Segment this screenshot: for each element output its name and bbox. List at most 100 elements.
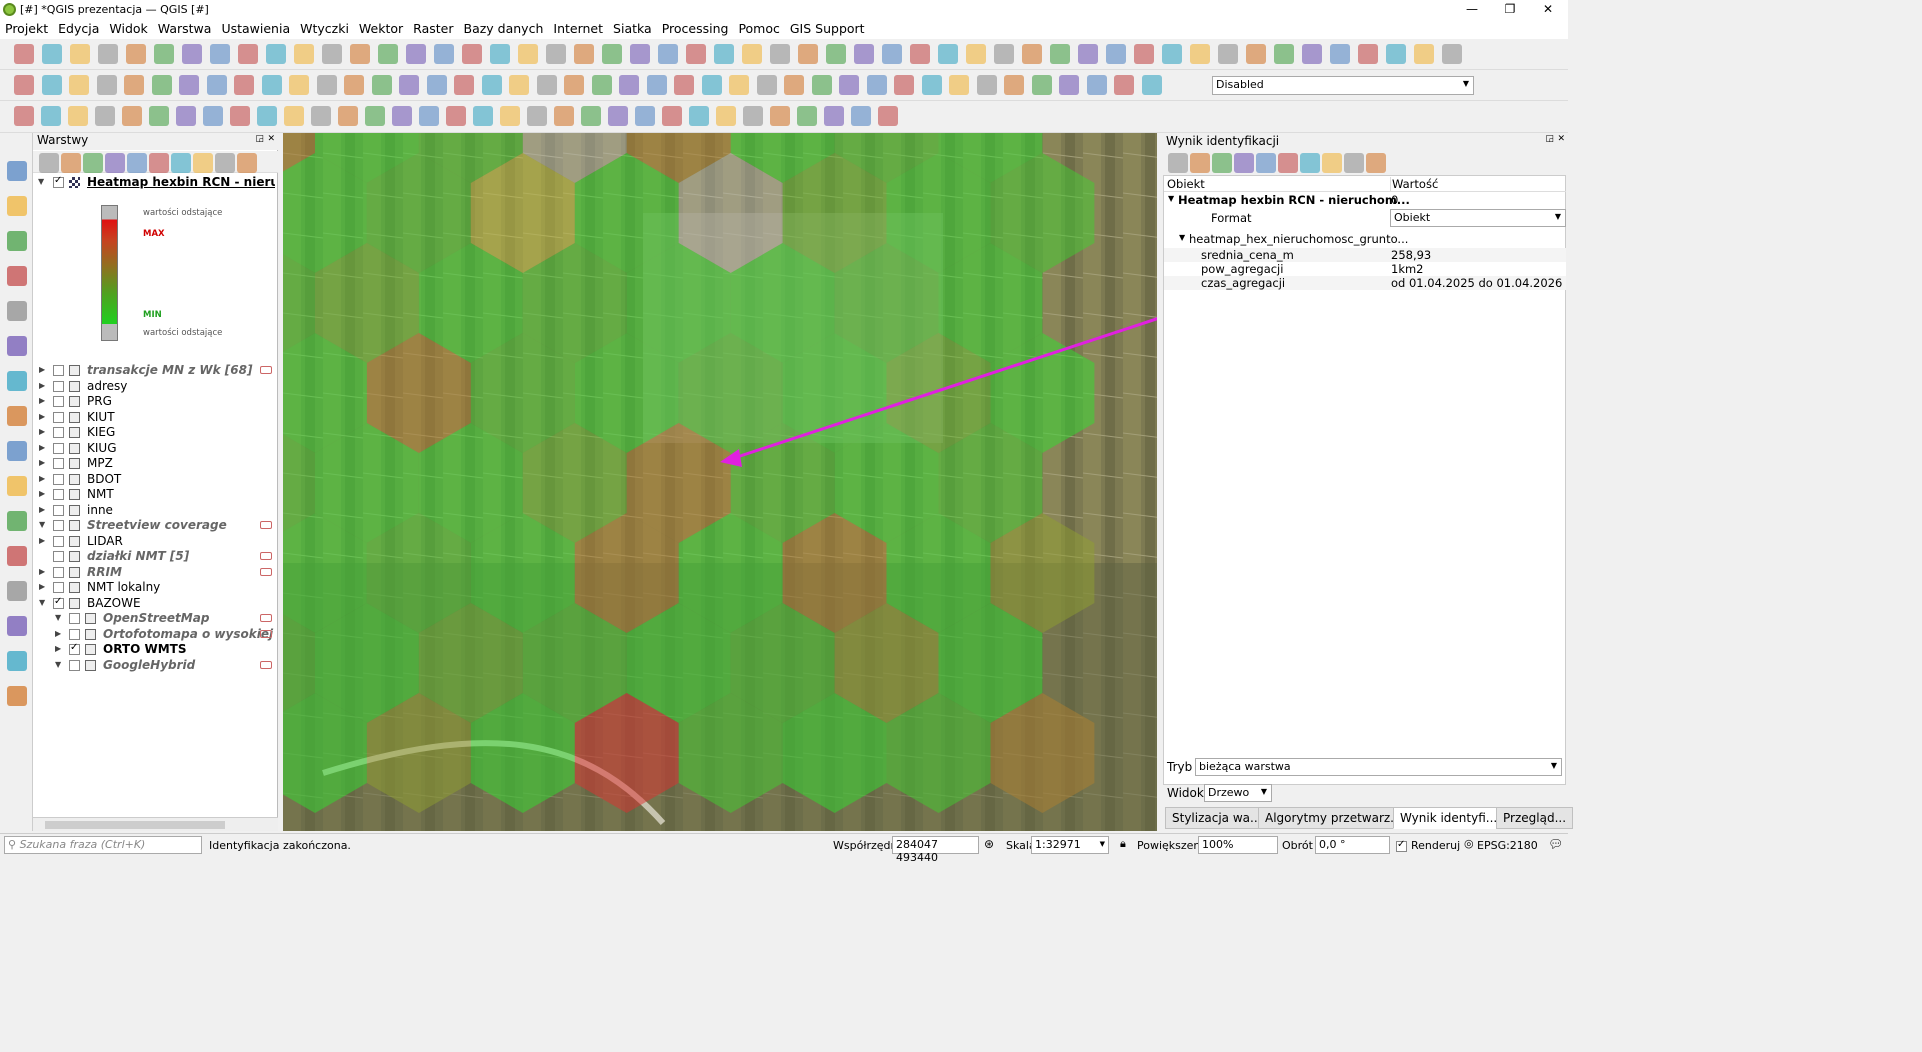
toolbar-tool-icon[interactable] bbox=[546, 44, 566, 64]
toolbar-tool-icon[interactable] bbox=[743, 106, 763, 126]
plugin-tool-icon[interactable] bbox=[7, 406, 27, 426]
toolbar-tool-icon[interactable] bbox=[238, 44, 258, 64]
plugin-tool-icon[interactable] bbox=[7, 686, 27, 706]
toolbar-tool-icon[interactable] bbox=[124, 75, 144, 95]
toolbar-tool-icon[interactable] bbox=[39, 153, 59, 173]
menu-pomoc[interactable]: Pomoc bbox=[733, 20, 784, 37]
toolbar-tool-icon[interactable] bbox=[742, 44, 762, 64]
chevron-right-icon[interactable]: ▶ bbox=[39, 582, 45, 591]
toolbar-tool-icon[interactable] bbox=[149, 153, 169, 173]
chevron-right-icon[interactable]: ▶ bbox=[39, 458, 45, 467]
toolbar-tool-icon[interactable] bbox=[921, 75, 942, 95]
layer-row[interactable]: ▶ transakcje MN z Wk [68] bbox=[33, 363, 278, 378]
toolbar-tool-icon[interactable] bbox=[96, 75, 117, 95]
toolbar-tool-icon[interactable] bbox=[1168, 153, 1188, 173]
toolbar-tool-icon[interactable] bbox=[1386, 44, 1406, 64]
toolbar-tool-icon[interactable] bbox=[798, 44, 818, 64]
layer-checkbox[interactable] bbox=[53, 175, 64, 188]
column-header-value[interactable]: Wartość bbox=[1390, 177, 1438, 191]
toolbar-tool-icon[interactable] bbox=[350, 44, 370, 64]
view-select[interactable]: Drzewo ▼ bbox=[1204, 784, 1272, 802]
close-panel-icon[interactable]: ✕ bbox=[267, 134, 275, 144]
tab-browser[interactable]: Przegląd... bbox=[1496, 807, 1574, 829]
toolbar-tool-icon[interactable] bbox=[182, 44, 202, 64]
toolbar-tool-icon[interactable] bbox=[1442, 44, 1462, 64]
crs-globe-icon[interactable]: ◎ bbox=[1464, 837, 1474, 850]
menu-gis-support[interactable]: GIS Support bbox=[785, 20, 870, 37]
toolbar-tool-icon[interactable] bbox=[851, 106, 871, 126]
toolbar-tool-icon[interactable] bbox=[1278, 153, 1298, 173]
menu-warstwa[interactable]: Warstwa bbox=[153, 20, 217, 37]
toolbar-tool-icon[interactable] bbox=[1234, 153, 1254, 173]
layer-checkbox[interactable] bbox=[53, 489, 64, 500]
toolbar-tool-icon[interactable] bbox=[42, 44, 62, 64]
toolbar-tool-icon[interactable] bbox=[1322, 153, 1342, 173]
digitizing-mode-select[interactable]: Disabled ▼ bbox=[1212, 76, 1474, 95]
toolbar-tool-icon[interactable] bbox=[149, 106, 169, 126]
layer-checkbox[interactable] bbox=[53, 381, 64, 392]
toolbar-tool-icon[interactable] bbox=[602, 44, 622, 64]
tab-processing-algorithms[interactable]: Algorytmy przetwarz... bbox=[1258, 807, 1409, 829]
toolbar-tool-icon[interactable] bbox=[1212, 153, 1232, 173]
toolbar-tool-icon[interactable] bbox=[311, 106, 331, 126]
chevron-down-icon[interactable]: ▼ bbox=[1168, 194, 1174, 203]
tree-row-feature[interactable]: ▼ heatmap_hex_nieruchomosc_grunto... bbox=[1164, 232, 1566, 246]
toolbar-tool-icon[interactable] bbox=[824, 106, 844, 126]
toolbar-tool-icon[interactable] bbox=[784, 75, 804, 95]
layer-row[interactable]: ▶ KIUT bbox=[33, 410, 278, 425]
layer-checkbox[interactable] bbox=[53, 567, 64, 578]
toolbar-tool-icon[interactable] bbox=[69, 75, 89, 95]
plugin-tool-icon[interactable] bbox=[7, 476, 27, 496]
toolbar-tool-icon[interactable] bbox=[234, 75, 254, 95]
layer-checkbox[interactable] bbox=[53, 582, 64, 593]
plugin-tool-icon[interactable] bbox=[7, 161, 27, 181]
chevron-right-icon[interactable]: ▶ bbox=[39, 567, 45, 576]
toolbar-tool-icon[interactable] bbox=[1344, 153, 1364, 173]
format-select[interactable]: Obiekt ▼ bbox=[1390, 209, 1566, 227]
toolbar-tool-icon[interactable] bbox=[1246, 44, 1266, 64]
toolbar-tool-icon[interactable] bbox=[854, 44, 874, 64]
toolbar-tool-icon[interactable] bbox=[938, 44, 958, 64]
toolbar-tool-icon[interactable] bbox=[1086, 75, 1107, 95]
toolbar-tool-icon[interactable] bbox=[756, 75, 777, 95]
toolbar-tool-icon[interactable] bbox=[966, 44, 986, 64]
toolbar-tool-icon[interactable] bbox=[554, 106, 574, 126]
toolbar-tool-icon[interactable] bbox=[344, 75, 364, 95]
layer-checkbox[interactable] bbox=[69, 660, 80, 671]
layer-row[interactable]: ▶ NMT lokalny bbox=[33, 580, 278, 595]
layer-checkbox[interactable] bbox=[53, 427, 64, 438]
toolbar-tool-icon[interactable] bbox=[1059, 75, 1079, 95]
identify-results-tree[interactable]: Obiekt Wartość ▼ Heatmap hexbin RCN - ni… bbox=[1163, 175, 1566, 785]
toolbar-tool-icon[interactable] bbox=[61, 153, 81, 173]
layer-row[interactable]: ▶ ORTO WMTS bbox=[33, 642, 278, 657]
chevron-right-icon[interactable]: ▶ bbox=[39, 536, 45, 545]
chevron-right-icon[interactable]: ▶ bbox=[39, 396, 45, 405]
layer-checkbox[interactable] bbox=[53, 396, 64, 407]
toolbar-tool-icon[interactable] bbox=[490, 44, 510, 64]
toolbar-tool-icon[interactable] bbox=[230, 106, 250, 126]
chevron-down-icon[interactable]: ▼ bbox=[39, 598, 45, 607]
plugin-tool-icon[interactable] bbox=[7, 651, 27, 671]
layer-row[interactable]: ▼ OpenStreetMap bbox=[33, 611, 278, 626]
toolbar-tool-icon[interactable] bbox=[193, 153, 213, 173]
toolbar-tool-icon[interactable] bbox=[729, 75, 749, 95]
plugin-tool-icon[interactable] bbox=[7, 581, 27, 601]
layer-indicator-icon[interactable] bbox=[260, 661, 272, 669]
toolbar-tool-icon[interactable] bbox=[1134, 44, 1154, 64]
toolbar-tool-icon[interactable] bbox=[98, 44, 118, 64]
toolbar-tool-icon[interactable] bbox=[322, 44, 342, 64]
crs-label[interactable]: EPSG:2180 bbox=[1477, 839, 1538, 852]
toolbar-tool-icon[interactable] bbox=[68, 106, 88, 126]
close-panel-icon[interactable]: ✕ bbox=[1557, 134, 1565, 144]
toolbar-tool-icon[interactable] bbox=[1114, 75, 1134, 95]
chevron-right-icon[interactable]: ▶ bbox=[39, 427, 45, 436]
toolbar-tool-icon[interactable] bbox=[608, 106, 628, 126]
menu-wtyczki[interactable]: Wtyczki bbox=[295, 20, 354, 37]
attribute-row[interactable]: czas_agregacji od 01.04.2025 do 01.04.202… bbox=[1164, 276, 1566, 290]
layer-indicator-icon[interactable] bbox=[260, 614, 272, 622]
toolbar-tool-icon[interactable] bbox=[365, 106, 385, 126]
toolbar-tool-icon[interactable] bbox=[1190, 44, 1210, 64]
layer-heatmap[interactable]: ▼ Heatmap hexbin RCN - nieruchomości gru… bbox=[33, 175, 278, 190]
layer-checkbox[interactable] bbox=[53, 596, 64, 609]
plugin-tool-icon[interactable] bbox=[7, 511, 27, 531]
